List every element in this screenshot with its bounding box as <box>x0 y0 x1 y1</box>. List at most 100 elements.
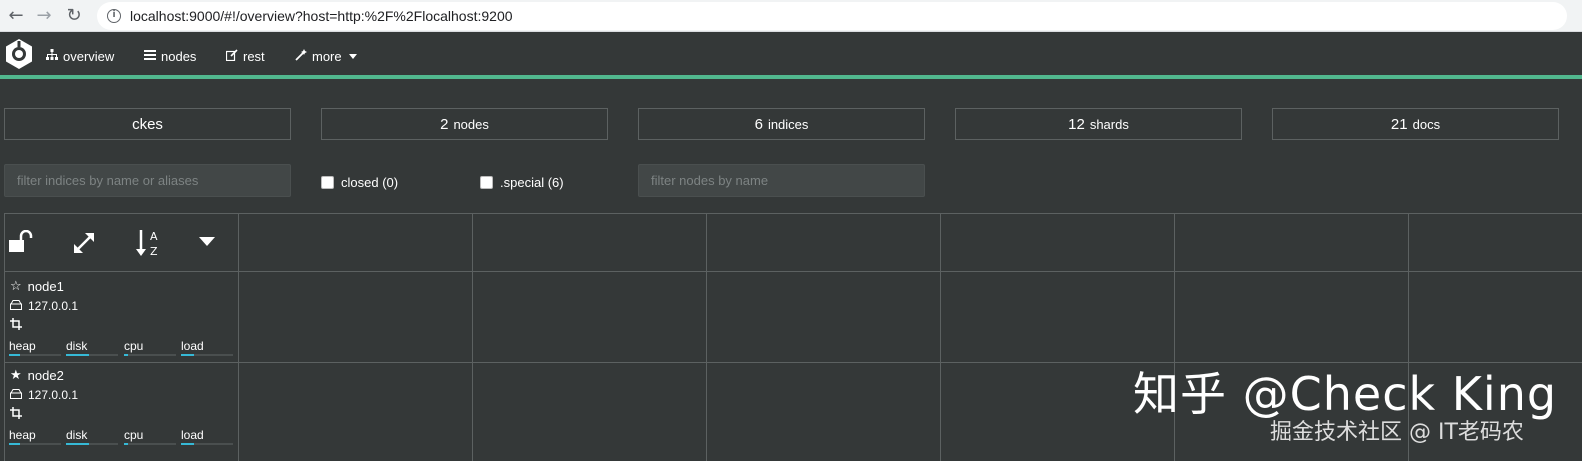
special-checkbox-label: .special (6) <box>500 175 564 190</box>
nodes-count: 2 <box>440 115 449 133</box>
grid-divider <box>472 213 473 461</box>
closed-checkbox-label: closed (0) <box>341 175 399 190</box>
server-icon <box>144 49 156 63</box>
cerebro-logo-icon[interactable] <box>4 38 34 70</box>
grid-divider <box>706 213 707 461</box>
disk-metric: disk <box>66 428 118 445</box>
node-name[interactable]: node1 <box>28 279 64 294</box>
nav-overview[interactable]: overview <box>46 47 114 65</box>
expand-icon[interactable] <box>72 231 96 255</box>
reload-icon[interactable]: ↻ <box>62 4 86 28</box>
metric-label: cpu <box>124 428 144 442</box>
cpu-metric: cpu <box>124 339 176 356</box>
filter-nodes-input[interactable] <box>638 164 925 197</box>
star-filled-icon[interactable]: ★ <box>10 368 22 383</box>
metric-bar-fill <box>181 354 194 356</box>
metric-label: disk <box>66 339 88 353</box>
node-ip: 127.0.0.1 <box>28 388 79 402</box>
caret-down-icon[interactable] <box>199 237 215 247</box>
url-text[interactable]: localhost:9000/#!/overview?host=http:%2F… <box>130 8 513 24</box>
indices-count-box: 6 indices <box>638 108 925 140</box>
metric-bar <box>181 443 233 445</box>
metric-bar <box>124 354 176 356</box>
address-bar[interactable]: i localhost:9000/#!/overview?host=http:%… <box>97 2 1567 30</box>
forward-arrow-icon[interactable]: → <box>32 4 56 28</box>
nodes-count-label: nodes <box>453 116 489 132</box>
indices-count-label: indices <box>767 116 809 132</box>
node-name-row: ☆ node1 <box>10 279 64 294</box>
metric-bar-fill <box>124 354 129 356</box>
svg-text:Z: Z <box>150 245 158 258</box>
metric-bar-fill <box>9 354 21 356</box>
nav-overview-label: overview <box>63 48 115 64</box>
indices-count: 6 <box>754 115 763 133</box>
special-checkbox[interactable]: .special (6) <box>480 175 564 190</box>
metric-label: cpu <box>124 339 144 353</box>
metric-label: heap <box>9 428 36 442</box>
metric-bar-fill <box>66 443 90 445</box>
cluster-name-box: ckes <box>4 108 291 140</box>
cpu-metric: cpu <box>124 428 176 445</box>
metric-bar <box>124 443 176 445</box>
crop-icon[interactable] <box>10 318 22 333</box>
metric-bar <box>66 354 118 356</box>
caret-down-icon <box>348 53 357 59</box>
load-metric: load <box>181 428 233 445</box>
nav-rest[interactable]: rest <box>225 47 265 65</box>
docs-count: 21 <box>1390 115 1408 133</box>
metric-bar-fill <box>66 354 90 356</box>
closed-checkbox[interactable]: closed (0) <box>321 175 398 190</box>
magic-wand-icon <box>295 48 307 64</box>
heap-metric: heap <box>9 339 61 356</box>
nav-more-dropdown[interactable]: more <box>295 47 357 65</box>
watermark-sub: 掘金技术社区 @ IT老码农 <box>1270 420 1524 445</box>
filter-indices-input[interactable] <box>4 164 291 197</box>
unlock-icon[interactable] <box>9 230 35 252</box>
svg-text:A: A <box>150 230 158 243</box>
docs-count-box: 21 docs <box>1272 108 1559 140</box>
hdd-icon <box>10 299 22 313</box>
load-metric: load <box>181 339 233 356</box>
closed-checkbox-box[interactable] <box>321 176 334 189</box>
metric-bar <box>181 354 233 356</box>
metric-bar-fill <box>124 443 129 445</box>
grid-divider <box>238 213 239 461</box>
browser-toolbar: ← → ↻ i localhost:9000/#!/overview?host=… <box>0 0 1582 32</box>
node-name[interactable]: node2 <box>28 368 64 383</box>
cluster-name: ckes <box>132 115 163 133</box>
nav-nodes[interactable]: nodes <box>144 47 196 65</box>
shards-count-label: shards <box>1089 116 1129 132</box>
edit-icon <box>225 48 238 64</box>
disk-metric: disk <box>66 339 118 356</box>
heap-metric: heap <box>9 428 61 445</box>
special-checkbox-box[interactable] <box>480 176 493 189</box>
metric-bar <box>66 443 118 445</box>
info-icon[interactable]: i <box>107 9 121 23</box>
grid-divider <box>940 213 941 461</box>
metric-bar <box>9 443 61 445</box>
node-ip: 127.0.0.1 <box>28 299 79 313</box>
metric-label: load <box>181 428 204 442</box>
metric-label: load <box>181 339 204 353</box>
nodes-count-box: 2 nodes <box>321 108 608 140</box>
metric-bar-fill <box>181 443 194 445</box>
sort-alpha-icon[interactable]: A Z <box>136 228 162 258</box>
grid-divider <box>4 271 1582 272</box>
metric-bar <box>9 354 61 356</box>
star-outline-icon[interactable]: ☆ <box>10 279 22 294</box>
nav-more-label: more <box>312 48 342 64</box>
hdd-icon <box>10 388 22 402</box>
metric-label: heap <box>9 339 36 353</box>
crop-icon[interactable] <box>10 407 22 422</box>
nav-nodes-label: nodes <box>161 48 197 64</box>
metric-label: disk <box>66 428 88 442</box>
docs-count-label: docs <box>1412 116 1441 132</box>
node-name-row: ★ node2 <box>10 368 64 383</box>
node-ip-row: 127.0.0.1 <box>10 299 78 313</box>
nav-rest-label: rest <box>243 48 265 64</box>
shards-count-box: 12 shards <box>955 108 1242 140</box>
sitemap-icon <box>46 49 58 63</box>
node-ip-row: 127.0.0.1 <box>10 388 78 402</box>
back-arrow-icon[interactable]: ← <box>4 4 28 28</box>
metric-bar-fill <box>9 443 21 445</box>
